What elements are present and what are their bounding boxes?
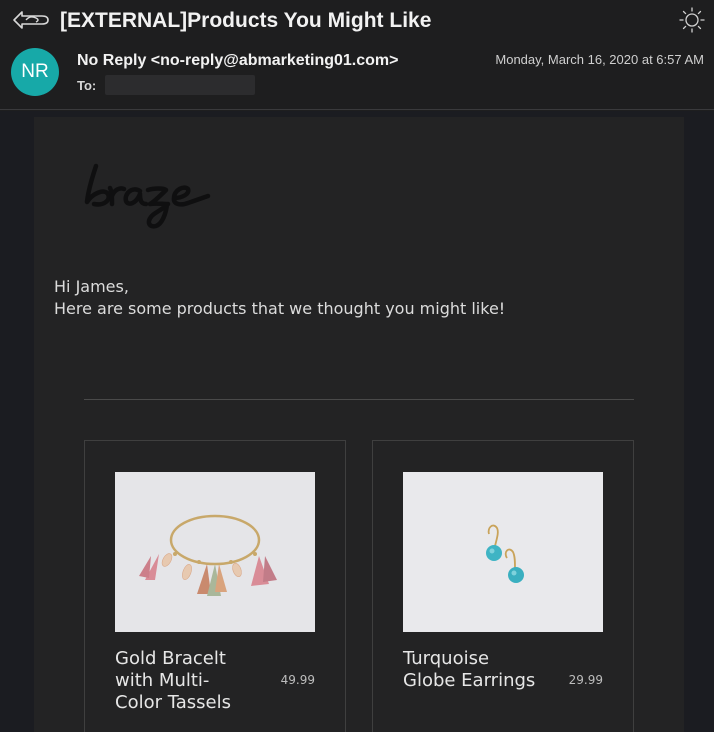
reply-icon[interactable] bbox=[12, 9, 50, 31]
braze-logo[interactable] bbox=[84, 158, 219, 230]
sender-address[interactable]: No Reply <no-reply@abmarketing01.com> bbox=[77, 52, 398, 70]
brightness-icon[interactable] bbox=[679, 7, 705, 33]
bracelet-image[interactable] bbox=[115, 472, 315, 632]
greeting-text: Hi James, bbox=[54, 277, 129, 296]
sender-avatar: NR bbox=[11, 48, 59, 96]
product-name[interactable]: Turquoise Globe Earrings bbox=[403, 648, 543, 692]
message-header: [EXTERNAL]Products You Might Like NR No … bbox=[0, 0, 714, 110]
product-name[interactable]: Gold Bracelt with Multi-Color Tassels bbox=[115, 648, 255, 714]
product-price: 29.99 bbox=[568, 673, 603, 687]
product-card[interactable]: Turquoise Globe Earrings 29.99 bbox=[372, 440, 634, 732]
recipient-redacted bbox=[105, 75, 255, 95]
product-price: 49.99 bbox=[280, 673, 315, 687]
to-label: To: bbox=[77, 78, 97, 93]
intro-text: Here are some products that we thought y… bbox=[54, 299, 506, 318]
sent-date: Monday, March 16, 2020 at 6:57 AM bbox=[495, 52, 704, 67]
section-divider bbox=[84, 399, 634, 400]
email-subject: [EXTERNAL]Products You Might Like bbox=[60, 9, 432, 32]
earrings-image[interactable] bbox=[403, 472, 603, 632]
product-card[interactable]: Gold Bracelt with Multi-Color Tassels 49… bbox=[84, 440, 346, 732]
